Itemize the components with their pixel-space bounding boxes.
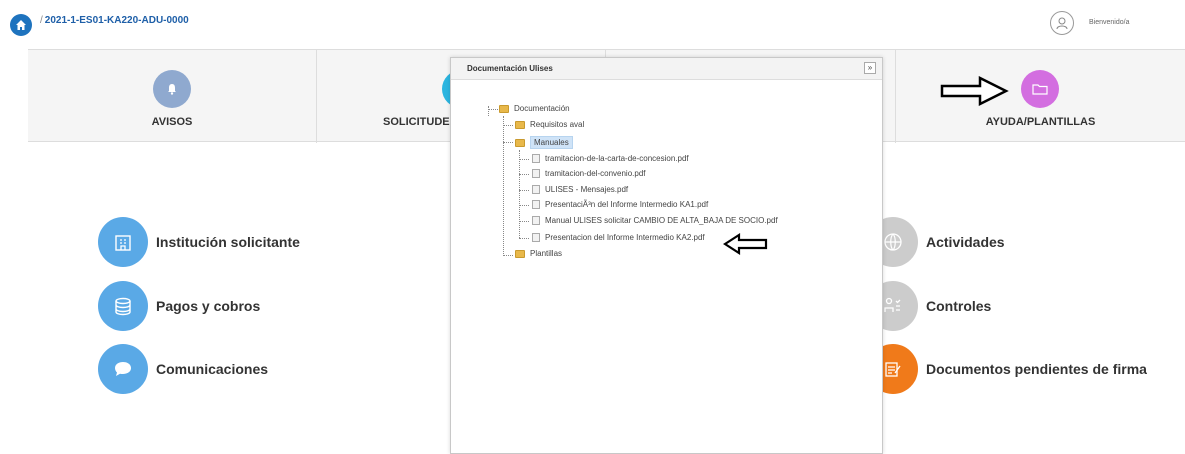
file-icon xyxy=(532,169,540,178)
tile-institucion[interactable]: Institución solicitante xyxy=(98,217,300,267)
file-icon xyxy=(532,233,540,242)
file-icon xyxy=(532,185,540,194)
user-greeting: Bienvenido/a xyxy=(1089,19,1130,26)
tree-line xyxy=(519,159,529,160)
tile-actividades-label: Actividades xyxy=(926,234,1005,250)
folder-icon xyxy=(515,120,525,129)
tree-line xyxy=(503,125,513,126)
tree-file[interactable]: Presentacion del Informe Intermedio KA2.… xyxy=(532,233,705,242)
tile-controles[interactable]: Controles xyxy=(868,281,991,331)
bell-icon xyxy=(153,70,191,108)
chat-bubble-icon xyxy=(98,344,148,394)
tree-file[interactable]: tramitacion-del-convenio.pdf xyxy=(532,169,646,178)
tree-label: Presentacion del Informe Intermedio KA2.… xyxy=(545,233,705,242)
tree-line xyxy=(503,116,504,256)
tree-file[interactable]: tramitacion-de-la-carta-de-concesion.pdf xyxy=(532,154,689,163)
home-icon xyxy=(16,20,26,30)
tree-label: Plantillas xyxy=(530,249,563,258)
tree-label: Documentación xyxy=(514,104,570,113)
annotation-arrow-left-icon xyxy=(723,233,768,255)
nav-avisos[interactable]: AVISOS xyxy=(28,50,317,143)
tree-label: Manuales xyxy=(530,136,573,149)
tree-label: PresentaciÃ³n del Informe Intermedio KA1… xyxy=(545,200,709,209)
tree-file[interactable]: PresentaciÃ³n del Informe Intermedio KA1… xyxy=(532,200,708,209)
file-icon xyxy=(532,216,540,225)
nav-ayuda-label: AYUDA/PLANTILLAS xyxy=(985,116,1096,128)
tile-institucion-label: Institución solicitante xyxy=(156,234,300,250)
tree-line xyxy=(503,142,513,143)
tile-documentos-label: Documentos pendientes de firma xyxy=(926,361,1147,377)
tree-label: Requisitos aval xyxy=(530,120,585,129)
tile-documentos[interactable]: Documentos pendientes de firma xyxy=(868,344,1147,394)
tree-file[interactable]: ULISES - Mensajes.pdf xyxy=(532,185,628,194)
tree-label: tramitacion-del-convenio.pdf xyxy=(545,169,646,178)
user-icon xyxy=(1056,17,1068,30)
documentation-dialog: Documentación Ulises » Documentación Req… xyxy=(450,57,883,454)
tile-comunicaciones[interactable]: Comunicaciones xyxy=(98,344,268,394)
tree-line xyxy=(519,150,520,238)
folder-icon xyxy=(515,249,525,258)
project-code-link[interactable]: 2021-1-ES01-KA220-ADU-0000 xyxy=(45,15,189,26)
home-button[interactable] xyxy=(10,14,32,36)
annotation-arrow-right-icon xyxy=(940,76,1009,106)
tree-node-plantillas[interactable]: Plantillas xyxy=(515,249,562,258)
tile-actividades[interactable]: Actividades xyxy=(868,217,1005,267)
breadcrumb-separator: / xyxy=(40,15,43,26)
tile-controles-label: Controles xyxy=(926,298,992,314)
tree-node-manuales[interactable]: Manuales xyxy=(515,136,573,149)
tree-node-requisitos[interactable]: Requisitos aval xyxy=(515,120,584,129)
nav-avisos-label: AVISOS xyxy=(151,116,193,128)
file-icon xyxy=(532,154,540,163)
tile-comunicaciones-label: Comunicaciones xyxy=(156,361,269,377)
folder-icon xyxy=(1021,70,1059,108)
tree-line xyxy=(519,238,529,239)
breadcrumb: /2021-1-ES01-KA220-ADU-0000 xyxy=(40,15,189,26)
dialog-header: Documentación Ulises » xyxy=(451,58,882,80)
tree-line xyxy=(519,221,529,222)
tree-line xyxy=(488,106,489,116)
tree-node-documentacion[interactable]: Documentación xyxy=(499,104,570,113)
folder-icon xyxy=(515,138,525,147)
collapse-icon[interactable]: » xyxy=(864,62,876,74)
folder-icon xyxy=(499,104,509,113)
tree-file[interactable]: Manual ULISES solicitar CAMBIO DE ALTA_B… xyxy=(532,216,778,225)
tree-label: tramitacion-de-la-carta-de-concesion.pdf xyxy=(545,154,689,163)
tree-line xyxy=(519,190,529,191)
tile-pagos[interactable]: Pagos y cobros xyxy=(98,281,260,331)
tree-line xyxy=(488,109,498,110)
tree-line xyxy=(519,174,529,175)
tile-pagos-label: Pagos y cobros xyxy=(156,298,261,314)
user-avatar[interactable] xyxy=(1050,11,1074,35)
coins-icon xyxy=(98,281,148,331)
tree-label: Manual ULISES solicitar CAMBIO DE ALTA_B… xyxy=(545,216,778,225)
tree-label: ULISES - Mensajes.pdf xyxy=(545,185,629,194)
nav-solicitudes-label: SOLICITUDES xyxy=(383,116,457,128)
dialog-title: Documentación Ulises xyxy=(467,64,553,73)
tree-line xyxy=(503,255,513,256)
tree-line xyxy=(519,205,529,206)
file-icon xyxy=(532,200,540,209)
building-icon xyxy=(98,217,148,267)
